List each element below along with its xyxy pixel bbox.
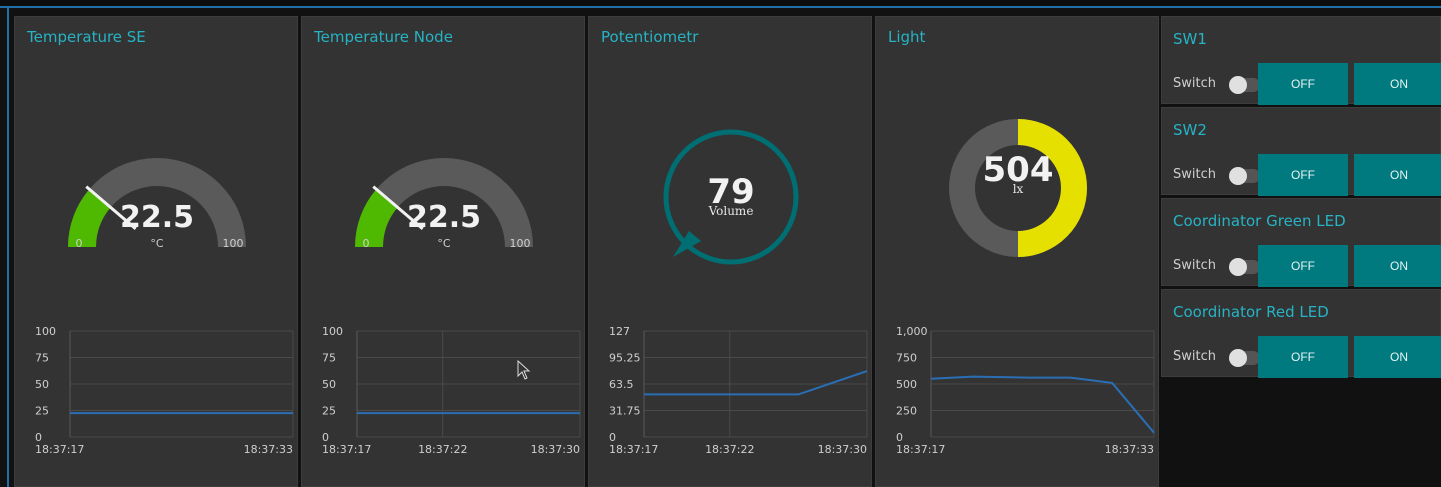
off-button[interactable]: OFF	[1258, 245, 1348, 287]
y-tick-label: 100	[35, 325, 56, 338]
y-tick-label: 750	[896, 352, 917, 365]
x-tick-label: 18:37:17	[896, 443, 945, 456]
x-tick-label: 18:37:17	[322, 443, 371, 456]
switch-label: Switch	[1173, 167, 1216, 182]
volume-knob: 79 Volume	[663, 129, 799, 265]
panel-title: Potentiometr	[601, 28, 699, 46]
y-tick-label: 1,000	[896, 325, 928, 338]
y-tick-label: 250	[896, 405, 917, 418]
y-tick-label: 25	[322, 405, 336, 418]
y-tick-label: 50	[35, 378, 49, 391]
series-line	[930, 375, 1155, 434]
switch-group-coordinator-red-led: Coordinator Red LED Switch OFF ON	[1161, 289, 1441, 378]
off-button[interactable]: OFF	[1258, 63, 1348, 105]
knob-label: Volume	[708, 204, 754, 218]
y-tick-label: 25	[35, 405, 49, 418]
x-tick-label: 18:37:33	[244, 443, 293, 456]
panel-potentiometr: Potentiometr 79 Volume 127 95.25 63.5 31.75…	[588, 16, 872, 487]
y-tick-label: 500	[896, 378, 917, 391]
panel-light: Light 504 lx 1,000 750 500 250 0 18:37:17 18:3…	[875, 16, 1159, 487]
mouse-cursor-icon	[517, 360, 531, 380]
series-line	[644, 370, 868, 396]
on-button[interactable]: ON	[1354, 245, 1441, 287]
switch-label: Switch	[1173, 349, 1216, 364]
on-button[interactable]: ON	[1354, 336, 1441, 378]
x-tick-label: 18:37:22	[705, 443, 754, 456]
switch-toggle[interactable]	[1229, 349, 1260, 367]
y-tick-label: 50	[322, 378, 336, 391]
gauge-min-label: 0	[363, 237, 370, 250]
y-tick-label: 95.25	[609, 352, 641, 365]
toggle-knob	[1229, 349, 1247, 367]
switch-label: Switch	[1173, 76, 1216, 91]
switch-label: Switch	[1173, 258, 1216, 273]
y-tick-label: 100	[322, 325, 343, 338]
y-tick-label: 63.5	[609, 378, 634, 391]
gauge-unit: °C	[150, 237, 164, 250]
toggle-knob	[1229, 76, 1247, 94]
switch-group-coordinator-green-led: Coordinator Green LED Switch OFF ON	[1161, 198, 1441, 287]
toggle-knob	[1229, 258, 1247, 276]
x-tick-label: 18:37:22	[418, 443, 467, 456]
switch-toggle[interactable]	[1229, 76, 1260, 94]
x-tick-label: 18:37:33	[1105, 443, 1154, 456]
toggle-knob	[1229, 167, 1247, 185]
panel-title: Temperature SE	[27, 28, 146, 46]
panel-title: Light	[888, 28, 926, 46]
gauge-max-label: 100	[223, 237, 244, 250]
donut-unit: lx	[1013, 182, 1024, 196]
temperature-gauge: 22.5 °C 0 100	[355, 158, 533, 250]
x-tick-label: 18:37:30	[818, 443, 867, 456]
panel-temperature-node: Temperature Node 22.5 °C 0 100 100 75 50 25…	[301, 16, 585, 487]
switch-group-title: Coordinator Green LED	[1173, 212, 1346, 230]
switch-toggle[interactable]	[1229, 258, 1260, 276]
y-tick-label: 75	[35, 352, 49, 365]
switch-group-title: SW1	[1173, 30, 1207, 48]
x-tick-label: 18:37:30	[531, 443, 580, 456]
switch-group-title: Coordinator Red LED	[1173, 303, 1329, 321]
panel-title: Temperature Node	[314, 28, 453, 46]
temperature-gauge: 22.5 °C 0 100	[68, 158, 246, 250]
potentiometer-chart: 12795.2563.531.75018:37:17 18:37:22 18:37:…	[609, 325, 868, 456]
y-tick-label: 75	[322, 352, 336, 365]
y-tick-label: 31.75	[609, 405, 641, 418]
off-button[interactable]: OFF	[1258, 154, 1348, 196]
light-chart: 1,000750500250018:37:17 18:37:33	[896, 325, 1155, 456]
gauge-min-label: 0	[76, 237, 83, 250]
switch-toggle[interactable]	[1229, 167, 1260, 185]
on-button[interactable]: ON	[1354, 154, 1441, 196]
temperature-chart: 100755025018:37:17 18:37:22 18:37:30	[322, 325, 581, 456]
switch-group-title: SW2	[1173, 121, 1207, 139]
y-tick-label: 127	[609, 325, 630, 338]
gauge-value: 22.5	[407, 200, 481, 235]
off-button[interactable]: OFF	[1258, 336, 1348, 378]
gauge-value: 22.5	[120, 200, 194, 235]
switch-group-sw1: SW1 Switch OFF ON	[1161, 16, 1441, 105]
panel-temperature-se: Temperature SE 22.5 °C 0 100 100 75 50 25 0 1…	[14, 16, 298, 487]
temperature-chart: 100755025018:37:17 18:37:33	[35, 325, 294, 456]
window-top-border	[0, 0, 1441, 8]
on-button[interactable]: ON	[1354, 63, 1441, 105]
switch-group-sw2: SW2 Switch OFF ON	[1161, 107, 1441, 196]
gauge-max-label: 100	[510, 237, 531, 250]
x-tick-label: 18:37:17	[609, 443, 658, 456]
light-donut: 504 lx	[949, 119, 1087, 257]
x-tick-label: 18:37:17	[35, 443, 84, 456]
window-left-border	[7, 6, 9, 487]
gauge-unit: °C	[437, 237, 451, 250]
